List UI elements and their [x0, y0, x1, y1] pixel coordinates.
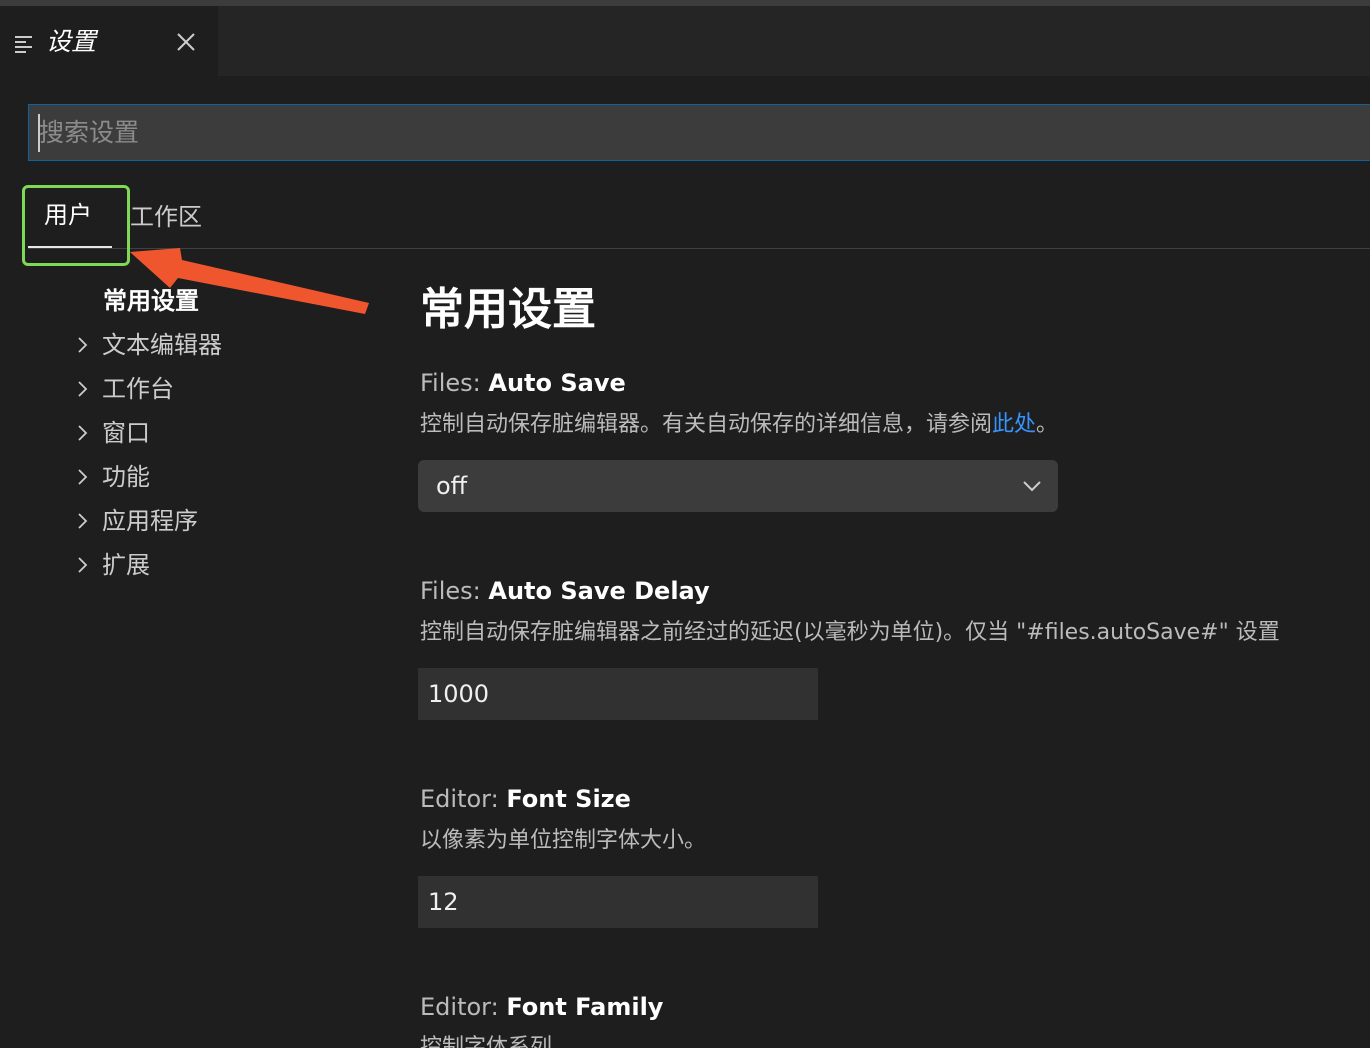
highlight-annotation: [22, 185, 130, 266]
setting-category: Files:: [420, 369, 489, 397]
chevron-right-icon: [72, 327, 102, 363]
font-size-input[interactable]: [418, 876, 818, 928]
description-suffix: 。: [1036, 412, 1059, 437]
editor-tab-bar: 设置: [0, 6, 1370, 76]
toc-item-workbench[interactable]: 工作台: [72, 371, 174, 407]
chevron-right-icon: [72, 371, 102, 407]
settings-editor: 设置 用户 工作区 常用设置 文本编辑器 工作台 窗口 功能 应用程: [0, 0, 1370, 1048]
toc-item-text-editor[interactable]: 文本编辑器: [72, 327, 222, 363]
setting-name: Auto Save: [488, 369, 626, 397]
settings-tab[interactable]: 设置: [0, 6, 218, 76]
search-box: [28, 104, 1370, 161]
setting-title-font-family: Editor: Font Family: [420, 989, 663, 1025]
setting-title-auto-save: Files: Auto Save: [420, 365, 626, 401]
settings-list-icon: [14, 33, 34, 53]
setting-title-auto-save-delay: Files: Auto Save Delay: [420, 573, 710, 609]
setting-name: Font Size: [506, 785, 631, 813]
toc-item-extensions[interactable]: 扩展: [72, 547, 150, 583]
chevron-down-icon: [1022, 476, 1042, 496]
setting-description-font-family: 控制字体系列。: [420, 1035, 575, 1048]
setting-name: Auto Save Delay: [488, 577, 710, 605]
chevron-right-icon: [72, 547, 102, 583]
text-cursor: [38, 114, 40, 152]
setting-description-auto-save-delay: 控制自动保存脏编辑器之前经过的延迟(以毫秒为单位)。仅当 "#files.aut…: [420, 620, 1280, 645]
select-value: off: [436, 472, 468, 500]
setting-title-font-size: Editor: Font Size: [420, 781, 631, 817]
setting-category: Editor:: [420, 785, 507, 813]
toc-item-label: 功能: [102, 463, 150, 491]
tab-title: 设置: [46, 27, 97, 56]
setting-description-font-size: 以像素为单位控制字体大小。: [420, 828, 707, 853]
toc-item-application[interactable]: 应用程序: [72, 503, 198, 539]
learn-more-link[interactable]: 此处: [992, 412, 1036, 437]
toc-item-window[interactable]: 窗口: [72, 415, 150, 451]
description-text: 控制自动保存脏编辑器。有关自动保存的详细信息，请参阅: [420, 412, 993, 437]
setting-description-auto-save: 控制自动保存脏编辑器。有关自动保存的详细信息，请参阅此处。: [420, 408, 1058, 442]
chevron-right-icon: [72, 415, 102, 451]
setting-name: Font Family: [506, 993, 664, 1021]
section-title: 常用设置: [420, 284, 596, 335]
setting-category: Files:: [420, 577, 489, 605]
toc-item-features[interactable]: 功能: [72, 459, 150, 495]
chevron-right-icon: [72, 503, 102, 539]
chevron-right-icon: [72, 459, 102, 495]
close-icon[interactable]: [172, 28, 200, 56]
toc-item-common[interactable]: 常用设置: [103, 283, 199, 319]
toc-item-label: 扩展: [102, 551, 150, 579]
setting-category: Editor:: [420, 993, 507, 1021]
auto-save-delay-input[interactable]: [418, 668, 818, 720]
toc-item-label: 文本编辑器: [102, 331, 222, 359]
toc-item-label: 窗口: [102, 419, 150, 447]
search-input[interactable]: [29, 105, 1370, 160]
auto-save-select[interactable]: off: [418, 460, 1058, 512]
toc-item-label: 应用程序: [102, 507, 198, 535]
toc-item-label: 工作台: [102, 375, 174, 403]
